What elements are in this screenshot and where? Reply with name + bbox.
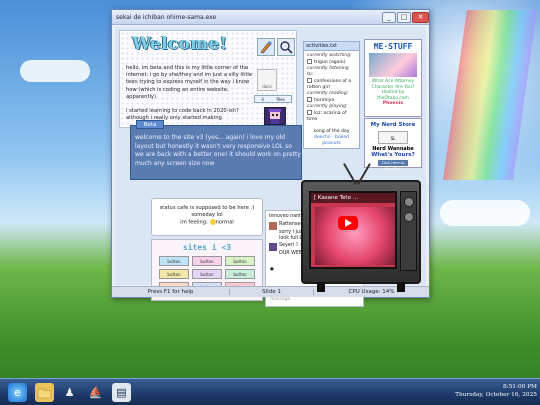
notepad-icon[interactable]: ▤ [112,383,131,402]
document-label: docx [262,84,272,89]
maximize-button[interactable]: □ [397,11,411,23]
close-button[interactable]: ✕ [412,11,429,23]
taskbar-clock[interactable]: 8:51:00 PM Thursday, October 16, 2025 [455,383,537,399]
site-button[interactable]: button [159,269,189,279]
clock-date: Thursday, October 16, 2025 [455,392,537,398]
nerd-store-title: My Nerd Store [370,122,416,128]
cloud [440,200,530,226]
avatar [269,222,277,230]
tv-leg [397,282,405,292]
file-count-box: 4 files [254,95,292,103]
site-button[interactable]: button [159,256,189,266]
tv-control-panel [400,191,417,271]
tv-leg [317,282,325,292]
avatar [269,243,277,251]
cloud [20,60,90,82]
window-title: sekai de ichiban ohime-sama.exe [116,13,217,21]
chess-icon[interactable]: ♟ [60,383,79,402]
nerd-store-button[interactable]: Click Here to Find Out [378,160,408,171]
listening-label: currently listening to: [307,66,349,77]
nerd-store-tag: SL [378,131,408,144]
taskbar: e ♟ ⛵ ▤ 8:51:00 PM Thursday, October 16,… [0,378,540,405]
minimize-button[interactable]: _ [382,11,396,23]
window-statusbar: Press F1 for help Slide 1 CPU Usage: 14% [112,286,429,297]
tv-knob[interactable] [403,212,414,222]
beta-tab[interactable]: Beta [136,120,164,129]
status-line-2: someday lol [191,212,223,218]
nerd-store-question: What's Yours? [371,152,415,158]
video-player[interactable]: [ Kasane Teto ... [309,191,397,269]
checkbox[interactable] [307,110,312,115]
status-slide: Slide 1 [230,289,314,295]
watching-item[interactable]: trigun (again) [307,59,356,66]
checkbox[interactable] [307,59,312,64]
document-icon[interactable]: docx [257,69,277,91]
song-link[interactable]: doechii - boiled peanuts [307,135,356,147]
listening-item[interactable]: confessions of a rotten girl [307,78,356,91]
ie-icon[interactable]: e [8,383,27,402]
status-line-1: status cafe is supposed to be here :) [159,205,255,211]
reading-text: horimiya [314,98,335,103]
status-cafe-box: status cafe is supposed to be here :) so… [151,198,263,236]
video-title: [ Kasane Teto ... [311,193,395,203]
site-button[interactable]: button [192,269,222,279]
mestuff-logo: ME·STUFF [373,42,413,51]
playing-text: loz: ocarina of time [307,111,347,122]
site-button[interactable]: button [225,256,255,266]
clock-time: 8:51:00 PM [502,384,537,390]
ship-icon[interactable]: ⛵ [86,383,105,402]
comment-author: Seyeri [279,243,295,248]
listening-text: confessions of a rotten girl [307,79,352,90]
status-mood: normal [215,219,234,226]
user-icon[interactable]: ● [270,267,274,272]
paint-icon[interactable] [257,38,275,56]
window-titlebar[interactable]: sekai de ichiban ohime-sama.exe _ □ ✕ [112,10,429,25]
reading-item[interactable]: horimiya [307,97,356,104]
site-button[interactable]: button [192,256,222,266]
welcome-heading: Welcome! [132,34,228,54]
retro-tv: [ Kasane Teto ... [301,163,421,292]
message-field[interactable]: message [270,297,290,302]
nerd-store-badge[interactable]: My Nerd Store SL Nerd Wannabe What's You… [364,118,422,171]
pixel-avatar [264,107,286,125]
quiz-host: Hosted by theOtaku.com [377,90,409,101]
status-cpu: CPU Usage: 14% [348,289,395,295]
playing-item[interactable]: loz: ocarina of time [307,110,356,123]
activities-panel: activities.txt currently watching: trigu… [303,41,360,149]
activities-header: activities.txt [304,42,359,51]
mestuff-quiz-badge[interactable]: ME·STUFF What Ace Attorney Character Are… [364,39,422,117]
status-help: Press F1 for help [112,289,230,295]
checkbox[interactable] [307,78,312,83]
beta-panel: Beta welcome to the site v3 (yes... agai… [130,120,302,180]
welcome-text: hello, im beta and this is my little cor… [126,65,253,122]
site-button[interactable]: button [225,269,255,279]
folder-icon[interactable] [35,383,54,402]
play-button[interactable] [338,216,358,230]
watching-text: trigun (again) [314,60,346,65]
checkbox[interactable] [307,97,312,102]
file-count-value: 4 [261,96,264,102]
search-icon[interactable] [277,38,295,56]
quiz-picture [369,53,417,77]
tv-knob[interactable] [403,197,414,207]
sites-title: sites i <3 [182,243,232,252]
quiz-result: Phoenix [382,101,404,106]
file-count-unit: files [276,96,285,102]
quiz-question: What Ace Attorney Character Are You? [371,79,415,90]
status-feeling-label: im feeling: [180,219,208,226]
beta-text: welcome to the site v3 (yes... again) i … [135,134,301,167]
welcome-panel: Welcome! hello, im beta and this is my l… [119,30,297,128]
